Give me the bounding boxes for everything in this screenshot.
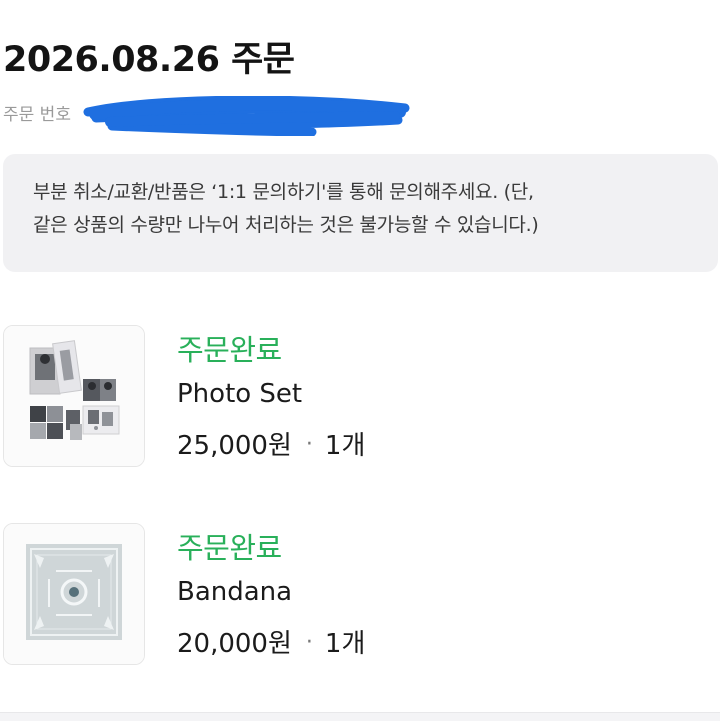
- notice-text: 부분 취소/교환/반품은 ‘1:1 문의하기'를 통해 문의해주세요. (단, …: [33, 176, 703, 242]
- bandana-thumbnail[interactable]: [3, 523, 145, 665]
- order-item-photo-set[interactable]: 주문완료 Photo Set 25,000원 · 1개: [0, 325, 720, 475]
- photo-set-image: [4, 326, 144, 466]
- product-quantity: 1개: [324, 629, 366, 659]
- order-date-title: 2026.08.26 주문: [3, 40, 295, 80]
- photo-set-thumbnail[interactable]: [3, 325, 145, 467]
- separator-dot: ·: [305, 432, 313, 457]
- notice-line-2: 같은 상품의 수량만 나누어 처리하는 것은 불가능할 수 있습니다.): [33, 214, 539, 236]
- notice-line-1: 부분 취소/교환/반품은 ‘1:1 문의하기'를 통해 문의해주세요. (단,: [33, 181, 534, 203]
- product-name[interactable]: Photo Set: [177, 379, 302, 409]
- order-status: 주문완료: [177, 531, 282, 565]
- product-quantity: 1개: [324, 431, 366, 461]
- bandana-image: [4, 524, 144, 664]
- order-number-row: 주문 번호: [0, 96, 430, 136]
- order-item-bandana[interactable]: 주문완료 Bandana 20,000원 · 1개: [0, 523, 720, 673]
- price-quantity-row: 20,000원 · 1개: [177, 623, 365, 660]
- product-name[interactable]: Bandana: [177, 577, 292, 607]
- partial-cancel-notice: 부분 취소/교환/반품은 ‘1:1 문의하기'를 통해 문의해주세요. (단, …: [3, 154, 718, 272]
- product-price: 20,000원: [177, 629, 292, 659]
- separator-dot: ·: [305, 630, 313, 655]
- redaction-scribble: [83, 96, 410, 136]
- product-price: 25,000원: [177, 431, 292, 461]
- price-quantity-row: 25,000원 · 1개: [177, 425, 365, 462]
- order-status: 주문완료: [177, 333, 282, 367]
